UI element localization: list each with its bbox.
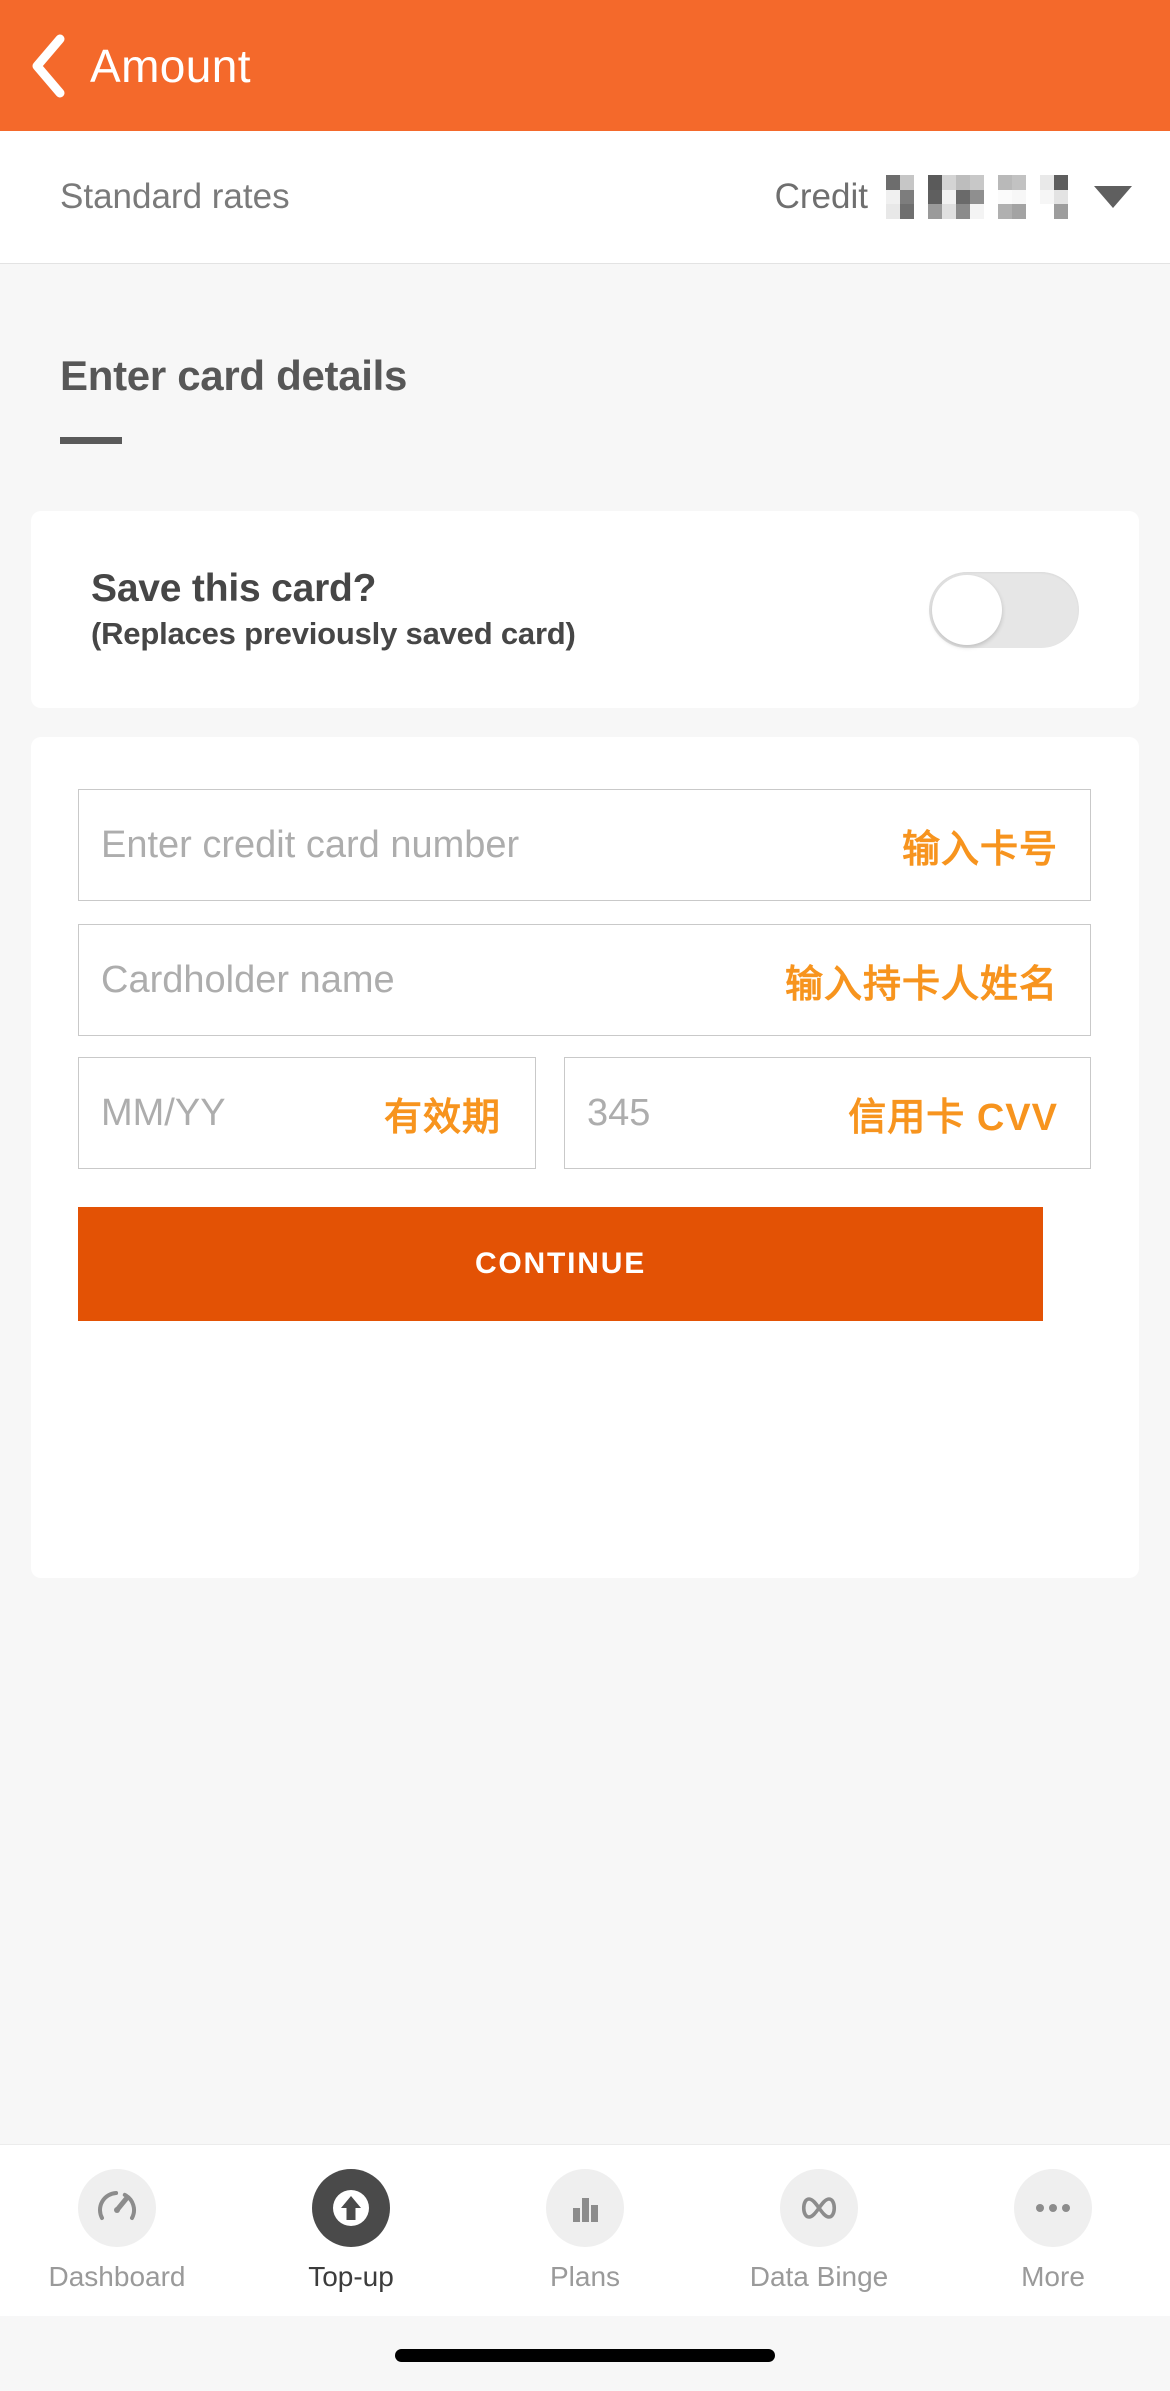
bar-chart-icon xyxy=(573,2197,598,2222)
app-header: Amount xyxy=(0,0,1170,131)
nav-label-dashboard: Dashboard xyxy=(48,2260,186,2292)
expiry-placeholder: MM/YY xyxy=(101,1091,226,1134)
cvv-hint-cn: 信用卡 CVV xyxy=(848,1096,1058,1139)
arrow-up-circle-icon-wrap xyxy=(312,2168,390,2247)
bottom-navigation: Dashboard Top-up Plans Data Binge More xyxy=(0,2144,1170,2316)
card-details-form: Enter credit card number 输入卡号 Cardholder… xyxy=(31,737,1139,1578)
arrow-up-circle-icon xyxy=(333,2189,369,2226)
nav-item-data-binge[interactable]: Data Binge xyxy=(702,2168,936,2293)
save-card-subtitle: (Replaces previously saved card) xyxy=(91,616,576,651)
speedometer-icon xyxy=(98,2190,136,2220)
back-button[interactable] xyxy=(22,34,74,97)
chevron-left-icon xyxy=(32,34,65,97)
cardholder-name-field[interactable]: Cardholder name 输入持卡人姓名 xyxy=(78,924,1091,1036)
ellipsis-icon xyxy=(1036,2203,1070,2212)
card-number-field[interactable]: Enter credit card number 输入卡号 xyxy=(78,789,1091,901)
card-number-placeholder: Enter credit card number xyxy=(101,823,520,866)
standard-rates-label: Standard rates xyxy=(60,177,290,216)
cvv-field[interactable]: 345 信用卡 CVV xyxy=(564,1057,1091,1169)
payment-method-label: Credit xyxy=(774,177,868,216)
expiry-field[interactable]: MM/YY 有效期 xyxy=(78,1057,536,1169)
nav-label-topup: Top-up xyxy=(308,2260,394,2292)
caret-down-icon[interactable] xyxy=(1094,186,1132,208)
ellipsis-icon-wrap xyxy=(1014,2168,1092,2247)
infinity-icon xyxy=(801,2196,837,2219)
save-card-panel: Save this card? (Replaces previously sav… xyxy=(31,511,1139,708)
card-number-hint-cn: 输入卡号 xyxy=(901,828,1058,871)
bar-chart-icon-wrap xyxy=(546,2168,624,2247)
cardholder-name-placeholder: Cardholder name xyxy=(101,958,395,1001)
cvv-placeholder: 345 xyxy=(587,1091,651,1134)
rate-row: Standard rates Credit xyxy=(0,131,1170,264)
nav-item-topup[interactable]: Top-up xyxy=(234,2168,468,2293)
continue-button[interactable]: CONTINUE xyxy=(78,1207,1043,1321)
app-root: Amount Standard rates Credit Enter card … xyxy=(0,0,1170,2391)
nav-item-more[interactable]: More xyxy=(936,2168,1170,2293)
nav-label-plans: Plans xyxy=(549,2260,621,2292)
nav-label-more: More xyxy=(1021,2260,1085,2292)
save-card-texts: Save this card? (Replaces previously sav… xyxy=(91,567,576,652)
nav-item-plans[interactable]: Plans xyxy=(468,2168,702,2293)
payment-method-selector[interactable]: Credit xyxy=(774,175,1132,220)
toggle-knob xyxy=(932,574,1002,645)
home-indicator xyxy=(395,2349,775,2362)
expiry-hint-cn: 有效期 xyxy=(383,1096,501,1139)
save-card-toggle[interactable] xyxy=(929,571,1079,648)
page-title: Amount xyxy=(90,39,251,92)
section-title: Enter card details xyxy=(60,352,408,399)
cardholder-name-hint-cn: 输入持卡人姓名 xyxy=(784,963,1058,1006)
section-title-underline xyxy=(60,437,122,444)
save-card-title: Save this card? xyxy=(91,567,377,610)
redacted-card-number xyxy=(886,175,1068,220)
infinity-icon-wrap xyxy=(780,2168,858,2247)
nav-label-data-binge: Data Binge xyxy=(749,2260,889,2292)
speedometer-icon-wrap xyxy=(78,2168,156,2247)
nav-item-dashboard[interactable]: Dashboard xyxy=(0,2168,234,2293)
